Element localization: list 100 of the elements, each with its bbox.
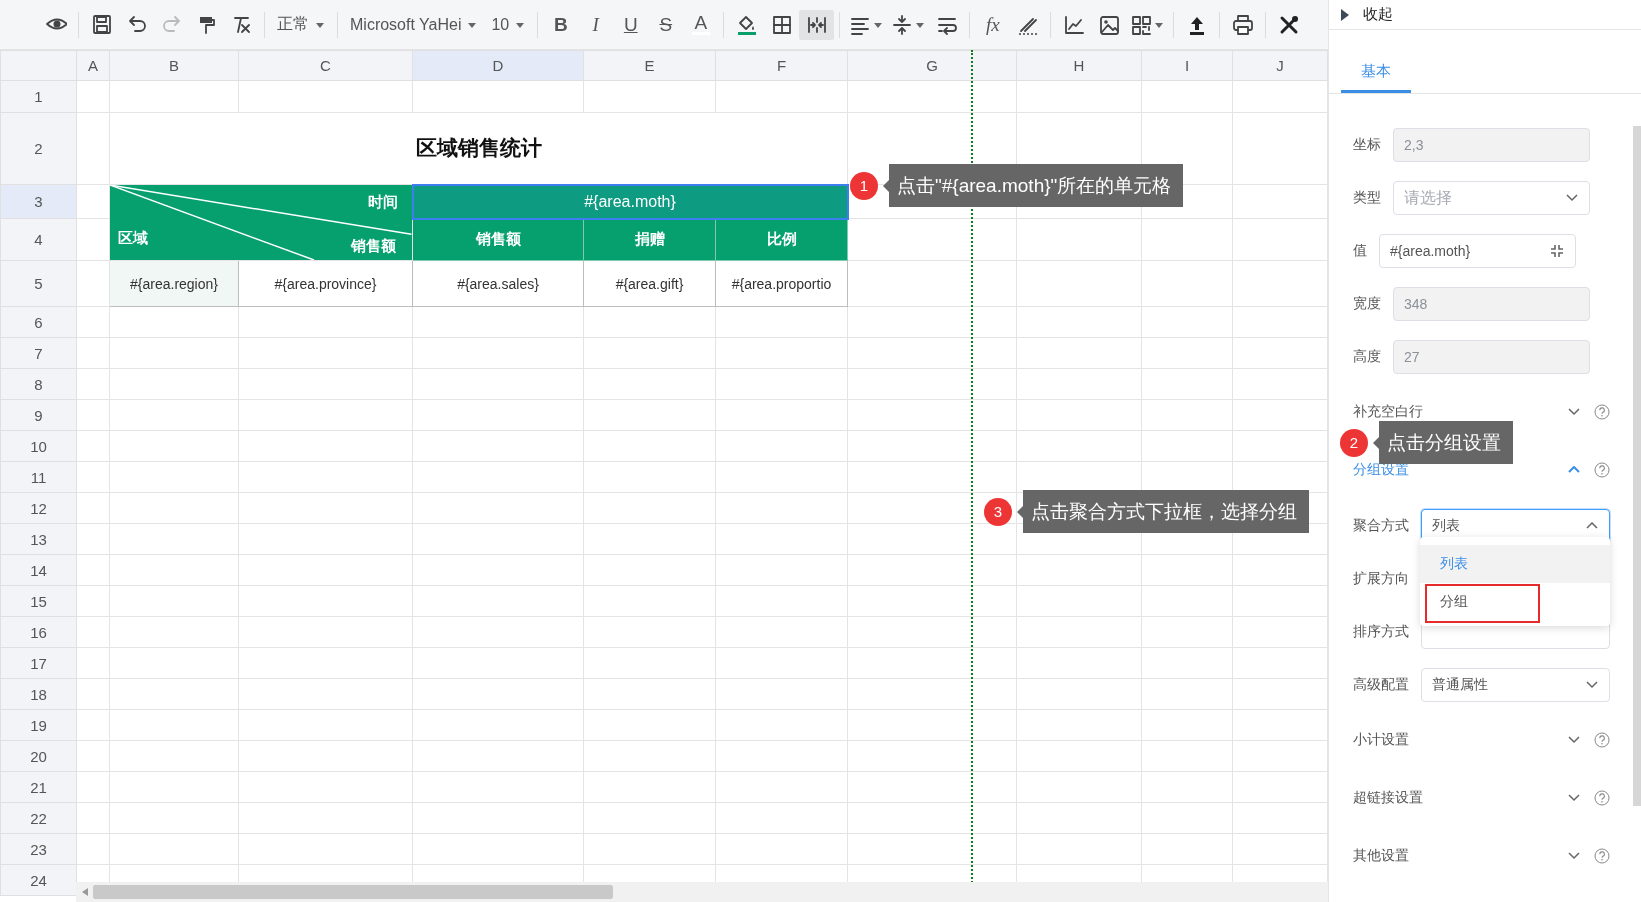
select-field[interactable]: 普通属性 — [1421, 667, 1610, 702]
style-dropdown[interactable]: 正常 — [270, 9, 332, 40]
column-header[interactable]: F — [715, 50, 848, 81]
field-label: 高度 — [1353, 347, 1381, 366]
chevron-icon[interactable] — [1568, 794, 1580, 802]
section-header[interactable]: 其他设置 — [1353, 847, 1568, 865]
callout-tooltip: 点击分组设置 — [1373, 421, 1513, 464]
column-header[interactable]: C — [238, 50, 413, 81]
caret-icon — [315, 20, 325, 29]
row-header[interactable]: 5 — [0, 260, 77, 307]
chevron-icon[interactable] — [1568, 466, 1580, 474]
row-header[interactable]: 12 — [0, 492, 77, 524]
row-header[interactable]: 4 — [0, 218, 77, 261]
chevron-icon[interactable] — [1568, 852, 1580, 860]
row-header[interactable]: 13 — [0, 523, 77, 555]
header-cell[interactable]: #{area.moth} — [412, 184, 848, 219]
column-header[interactable]: H — [1016, 50, 1142, 81]
section-header[interactable]: 超链接设置 — [1353, 789, 1568, 807]
chevron-icon[interactable] — [1586, 521, 1598, 530]
row-header[interactable]: 6 — [0, 306, 77, 338]
column-header[interactable]: G — [847, 50, 1017, 81]
field-label: 排序方式 — [1353, 622, 1409, 641]
row-header[interactable]: 17 — [0, 647, 77, 679]
row-header[interactable]: 8 — [0, 368, 77, 400]
vertical-align-icon[interactable] — [891, 13, 914, 36]
collapse-triangle-icon[interactable] — [1341, 8, 1349, 21]
italic-button[interactable]: I — [578, 9, 614, 40]
help-icon[interactable] — [1594, 848, 1610, 864]
row-header[interactable]: 10 — [0, 430, 77, 462]
caret-icon[interactable] — [1154, 20, 1165, 29]
column-header[interactable]: I — [1141, 50, 1233, 81]
strikethrough-button[interactable]: S — [648, 9, 684, 40]
row-header[interactable]: 1 — [0, 80, 77, 113]
font-color-button[interactable]: A — [683, 9, 719, 40]
font-dropdown[interactable]: Microsoft YaHei — [343, 9, 485, 40]
column-header[interactable]: E — [583, 50, 716, 81]
help-icon[interactable] — [1594, 732, 1610, 748]
field-label: 坐标 — [1353, 135, 1381, 154]
caret-icon — [515, 20, 526, 29]
qr-code-icon[interactable] — [1130, 13, 1153, 36]
image-icon[interactable] — [1097, 13, 1120, 36]
dropdown-option[interactable]: 分组 — [1420, 583, 1610, 621]
font-size-dropdown[interactable]: 10 — [484, 9, 533, 40]
horizontal-scrollbar[interactable] — [76, 882, 1328, 902]
row-header[interactable]: 20 — [0, 740, 77, 772]
section-header[interactable]: 小计设置 — [1353, 731, 1568, 749]
caret-icon — [467, 20, 478, 29]
field-label: 值 — [1353, 241, 1367, 260]
borders-icon[interactable] — [770, 13, 793, 36]
row-header[interactable]: 3 — [0, 184, 77, 219]
collapse-label[interactable]: 收起 — [1363, 5, 1393, 24]
column-header[interactable]: D — [412, 50, 584, 81]
caret-icon[interactable] — [915, 20, 926, 29]
row-header[interactable]: 7 — [0, 337, 77, 369]
vertical-scrollbar[interactable] — [1633, 126, 1641, 806]
row-header[interactable]: 18 — [0, 678, 77, 710]
select-field[interactable]: 请选择 — [1393, 180, 1590, 215]
row-header[interactable]: 22 — [0, 802, 77, 834]
line-chart-icon[interactable] — [1062, 13, 1085, 36]
formula-button[interactable]: fx — [975, 9, 1011, 40]
text-field[interactable]: #{area.moth} — [1379, 233, 1576, 268]
bold-button[interactable]: B — [543, 9, 579, 40]
field-label: 高级配置 — [1353, 675, 1409, 694]
section-header[interactable]: 补充空白行 — [1353, 403, 1568, 421]
chevron-icon[interactable] — [1566, 193, 1578, 202]
merge-cells-button[interactable] — [799, 9, 835, 40]
column-header[interactable]: B — [109, 50, 239, 81]
print-icon[interactable] — [1231, 13, 1254, 36]
row-header[interactable]: 11 — [0, 461, 77, 493]
scrollbar-thumb[interactable] — [93, 885, 613, 899]
help-icon[interactable] — [1594, 404, 1610, 420]
expand-icon[interactable] — [1550, 243, 1564, 258]
header-label: 销售额 — [350, 237, 396, 256]
help-icon[interactable] — [1594, 462, 1610, 478]
data-cell: #{area.gift} — [583, 260, 716, 307]
underline-button[interactable]: U — [613, 9, 649, 40]
column-header[interactable]: J — [1232, 50, 1328, 81]
field-label: 类型 — [1353, 188, 1381, 207]
row-header[interactable]: 23 — [0, 833, 77, 865]
caret-icon[interactable] — [873, 20, 884, 29]
chevron-icon[interactable] — [1586, 680, 1598, 689]
paint-bucket-icon[interactable] — [735, 13, 758, 36]
row-header[interactable]: 14 — [0, 554, 77, 586]
row-header[interactable]: 16 — [0, 616, 77, 648]
chevron-icon[interactable] — [1568, 736, 1580, 744]
row-header[interactable]: 19 — [0, 709, 77, 741]
field-label: 扩展方向 — [1353, 569, 1409, 588]
row-header[interactable]: 21 — [0, 771, 77, 803]
row-header[interactable]: 15 — [0, 585, 77, 617]
save-icon[interactable] — [90, 13, 113, 36]
row-header[interactable]: 24 — [0, 864, 77, 896]
column-header[interactable]: A — [76, 50, 110, 81]
chevron-icon[interactable] — [1568, 408, 1580, 416]
callout-tooltip: 点击聚合方式下拉框，选择分组 — [1017, 490, 1309, 533]
field-label: 聚合方式 — [1353, 516, 1409, 535]
row-header[interactable]: 2 — [0, 112, 77, 185]
row-header[interactable]: 9 — [0, 399, 77, 431]
help-icon[interactable] — [1594, 790, 1610, 806]
tab[interactable]: 基本 — [1341, 53, 1411, 93]
header-label: 区域 — [118, 229, 148, 248]
